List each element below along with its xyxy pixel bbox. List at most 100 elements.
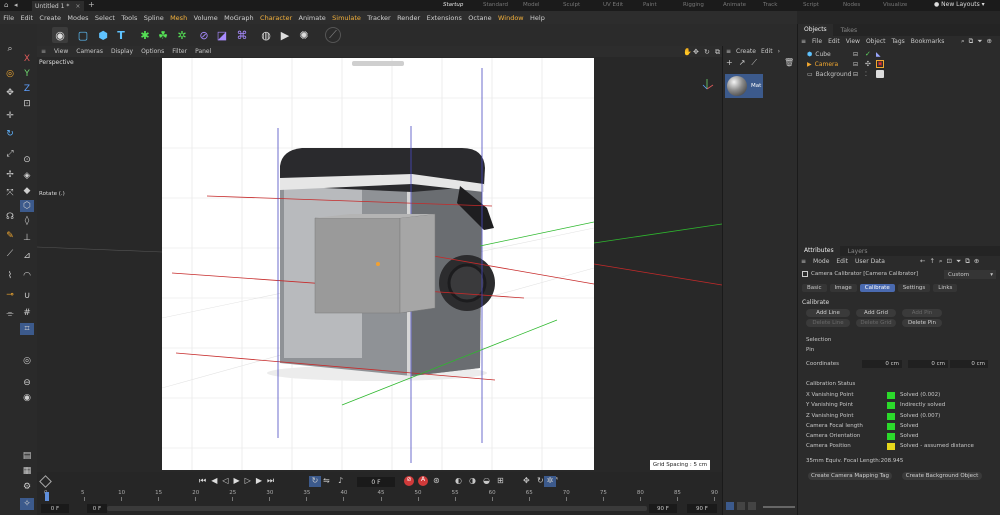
filter-icon[interactable]: ⏷: [977, 37, 982, 46]
mograph-icon[interactable]: ✱: [137, 27, 153, 43]
document-tab[interactable]: Untitled 1 * ×: [32, 1, 84, 11]
list-view-icon[interactable]: [737, 502, 745, 510]
viewport-menu-options[interactable]: Options: [137, 48, 168, 55]
visibility-icon[interactable]: ◉: [20, 392, 34, 404]
live-select-icon[interactable]: ✥: [3, 87, 17, 99]
render-icon[interactable]: ▦: [20, 465, 34, 477]
snap-icon[interactable]: ☊: [3, 211, 17, 223]
soft-select-icon[interactable]: ◠: [20, 270, 34, 282]
menu-item-create[interactable]: Create: [36, 14, 64, 22]
object-mode-icon[interactable]: ⬡: [20, 200, 34, 212]
layout-tab-1[interactable]: Standard: [483, 2, 508, 8]
effector-icon[interactable]: ✲: [174, 27, 190, 43]
add-line-button[interactable]: Add Line: [806, 309, 850, 317]
magnet-icon[interactable]: ∪: [20, 290, 34, 302]
x-axis-icon[interactable]: X: [20, 53, 34, 65]
viewport-menu-cameras[interactable]: Cameras: [72, 48, 107, 55]
subtab-calibrate[interactable]: Calibrate: [859, 284, 895, 292]
check-icon[interactable]: ✓: [865, 50, 871, 58]
subtab-links[interactable]: Links: [933, 284, 958, 292]
pen-icon[interactable]: ⟋: [325, 27, 341, 43]
search-icon[interactable]: ⌕: [3, 43, 17, 55]
render-view-icon[interactable]: ▤: [20, 450, 34, 462]
target-tag-icon[interactable]: ✣: [865, 60, 871, 68]
brush-icon[interactable]: ✎: [3, 230, 17, 242]
coord-y-field[interactable]: 0 cm: [908, 360, 948, 368]
text-icon[interactable]: T: [113, 27, 129, 43]
key-position-icon[interactable]: ◐: [455, 476, 462, 485]
light-icon[interactable]: ✺: [296, 27, 312, 43]
object-row-cube[interactable]: ⬢ Cube ⊟ ✓ ◣: [798, 49, 1000, 59]
close-icon[interactable]: ×: [75, 3, 80, 10]
grid-snap-icon[interactable]: #: [20, 307, 34, 319]
layout-tab-7[interactable]: Animate: [723, 2, 746, 8]
knife-icon[interactable]: ⟋: [3, 248, 17, 260]
menu-icon[interactable]: ≡: [801, 258, 806, 265]
layer-toggle-icon[interactable]: ⊟: [853, 61, 858, 68]
menu-item-character[interactable]: Character: [257, 14, 295, 22]
world-icon[interactable]: ⊡: [20, 98, 34, 110]
menu-item-render[interactable]: Render: [394, 14, 424, 22]
keyframe-selection-icon[interactable]: ⊛: [433, 476, 440, 485]
key-param-icon[interactable]: ⊞: [497, 476, 504, 485]
menu-item-select[interactable]: Select: [92, 14, 118, 22]
arrow-up-icon[interactable]: ↑: [929, 257, 934, 266]
move-icon[interactable]: ✛: [3, 110, 17, 122]
key-point-icon[interactable]: ↻: [537, 476, 544, 485]
deformer-icon[interactable]: ⊘: [196, 27, 212, 43]
calibrator-tag-icon[interactable]: ▣: [876, 60, 884, 68]
menu-item-simulate[interactable]: Simulate: [329, 14, 364, 22]
start-frame-field[interactable]: 0 F: [41, 504, 69, 513]
attr-menu-user-data[interactable]: User Data: [855, 258, 885, 265]
layout-tab-11[interactable]: Visualize: [883, 2, 907, 8]
next-key-icon[interactable]: ▶: [256, 476, 262, 486]
texture-tag-icon[interactable]: [876, 70, 884, 78]
material-menu-edit[interactable]: Edit: [761, 48, 773, 55]
subtab-image[interactable]: Image: [829, 284, 857, 292]
grid-view-icon[interactable]: [726, 502, 734, 510]
add-pin-button[interactable]: Add Pin: [902, 309, 942, 317]
record-icon[interactable]: ⊘: [404, 476, 414, 486]
key-scale-icon[interactable]: ◒: [483, 476, 490, 485]
back-icon[interactable]: ◂: [14, 1, 18, 9]
lock-icon[interactable]: ⊖: [20, 377, 34, 389]
view-menu-icon[interactable]: ≡: [37, 48, 50, 55]
tab-takes[interactable]: Takes: [833, 27, 865, 34]
add-tab-icon[interactable]: +: [88, 0, 95, 9]
tweak-icon[interactable]: ⊿: [20, 250, 34, 262]
points-mode-icon[interactable]: ⊙: [20, 154, 34, 166]
arrow-icon[interactable]: ↗: [739, 58, 746, 68]
cube-outline-icon[interactable]: ▢: [75, 27, 91, 43]
edges-mode-icon[interactable]: ◈: [20, 170, 34, 182]
subtab-settings[interactable]: Settings: [897, 284, 931, 292]
next-frame-icon[interactable]: ▷: [245, 476, 251, 486]
layout-tab-3[interactable]: Sculpt: [563, 2, 580, 8]
camera-icon[interactable]: ▶: [277, 27, 293, 43]
layout-tab-10[interactable]: Nodes: [843, 2, 860, 8]
object-menu-view[interactable]: View: [843, 38, 863, 45]
delete-line-button[interactable]: Delete Line: [806, 319, 850, 327]
play-icon[interactable]: ▶: [234, 476, 240, 486]
layout-tab-2[interactable]: Model: [523, 2, 540, 8]
material-menu-create[interactable]: Create: [736, 48, 756, 55]
key-pla-icon[interactable]: ✥: [523, 476, 530, 485]
viewport-menu-view[interactable]: View: [50, 48, 72, 55]
solo-icon[interactable]: ◎: [20, 355, 34, 367]
menu-item-animate[interactable]: Animate: [295, 14, 329, 22]
delete-pin-button[interactable]: Delete Pin: [902, 319, 942, 327]
object-row-camera[interactable]: ▶ Camera ⊟ ✣ ▣: [798, 59, 1000, 69]
bounce-icon[interactable]: ⇋: [323, 476, 330, 485]
spline-icon[interactable]: ◪: [214, 27, 230, 43]
tag-icon[interactable]: ◣: [876, 51, 881, 58]
layout-tab-8[interactable]: Track: [763, 2, 777, 8]
focus-icon[interactable]: ◉: [52, 27, 68, 43]
frame-ruler[interactable]: 051015202530354045505560657075808590: [37, 490, 722, 501]
menu-item-modes[interactable]: Modes: [64, 14, 91, 22]
attr-menu-edit[interactable]: Edit: [836, 258, 848, 265]
menu-item-help[interactable]: Help: [527, 14, 548, 22]
layout-tab-5[interactable]: Paint: [643, 2, 657, 8]
preset-dropdown[interactable]: Custom ▾: [944, 270, 996, 279]
layout-tab-4[interactable]: UV Edit: [603, 2, 623, 8]
polygons-mode-icon[interactable]: ◆: [20, 185, 34, 197]
menu-item-spline[interactable]: Spline: [141, 14, 167, 22]
